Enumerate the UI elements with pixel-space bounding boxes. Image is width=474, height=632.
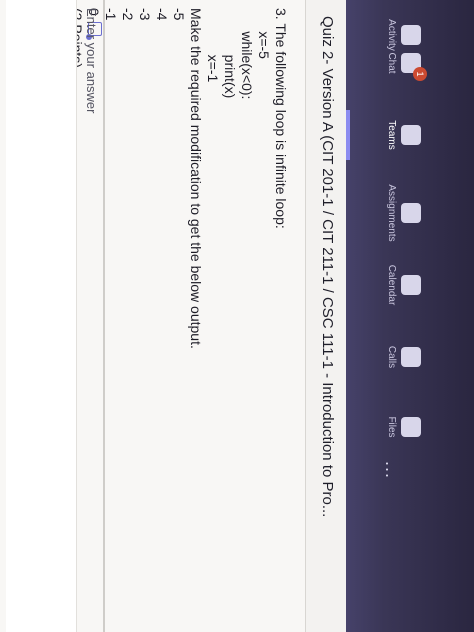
photo-stage: Activity 1 Chat Teams Assignments Calend… — [0, 0, 474, 632]
output-line: -2 — [120, 8, 136, 21]
rail-chat[interactable]: 1 Chat — [346, 28, 474, 98]
rail-calendar[interactable]: Calendar — [346, 250, 474, 320]
question-line: print(x) — [222, 8, 238, 99]
output-line: -3 — [137, 8, 153, 21]
rail-calls[interactable]: Calls — [346, 322, 474, 392]
form-title: Quiz 2- Version A (CIT 201-1 / CIT 211-1… — [319, 16, 336, 518]
chat-icon: 1 — [401, 53, 427, 81]
question-line: 3. The following loop is infinite loop: — [273, 8, 289, 229]
answer-placeholder: Enter your answer — [84, 8, 99, 114]
rail-assignments-label: Assignments — [386, 184, 397, 242]
rail-files[interactable]: Files — [346, 392, 474, 462]
rail-assignments[interactable]: Assignments — [346, 178, 474, 248]
output-line: -4 — [154, 8, 170, 21]
chat-badge: 1 — [413, 67, 427, 81]
question-card: 3. The following loop is infinite loop: … — [0, 0, 306, 632]
rail-teams-label: Teams — [386, 120, 397, 150]
question-line: x=-5 — [256, 8, 272, 59]
rail-calls-label: Calls — [386, 345, 397, 369]
more-apps-icon[interactable]: ... — [381, 450, 402, 490]
rail-files-label: Files — [386, 416, 397, 438]
calendar-icon — [401, 275, 421, 295]
question-text: 3. The following loop is infinite loop: … — [68, 8, 289, 349]
question-line: while(x<0): — [239, 8, 255, 100]
rail-chat-label: Chat — [386, 52, 397, 74]
rail-calendar-label: Calendar — [386, 264, 397, 306]
phone-icon — [401, 347, 421, 367]
rail-teams[interactable]: Teams — [346, 100, 474, 170]
question-line: Make the required modification to get th… — [188, 8, 204, 349]
question-line: x=-1 — [205, 8, 221, 83]
answer-input[interactable] — [6, 0, 77, 632]
form-main: Quiz 2- Version A (CIT 201-1 / CIT 211-1… — [0, 0, 346, 632]
assignments-icon — [401, 203, 421, 223]
app-rail: Activity 1 Chat Teams Assignments Calend… — [346, 0, 474, 632]
output-line: -5 — [171, 8, 187, 21]
teams-window: Activity 1 Chat Teams Assignments Calend… — [0, 0, 474, 632]
teams-icon — [401, 125, 421, 145]
file-icon — [401, 417, 421, 437]
answer-divider — [103, 0, 105, 632]
